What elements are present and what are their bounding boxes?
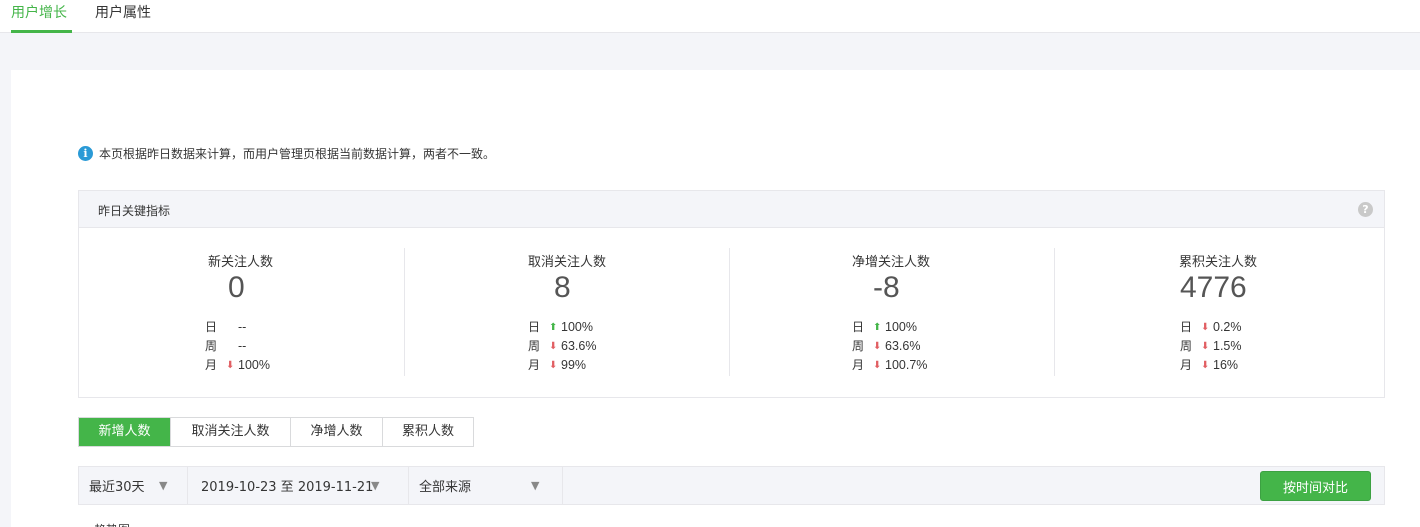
chevron-down-icon: ▼ [531,479,540,492]
date-range-value: 2019-10-23 至 2019-11-21 [201,480,374,495]
change-row-month: 月 ⬇ 16% [1180,356,1242,375]
notice-text: 本页根据昨日数据来计算，而用户管理页根据当前数据计算，两者不一致。 [99,146,496,161]
metric-changes: 日 ⬇ 0.2% 周 ⬇ 1.5% 月 ⬇ 16% [1180,318,1242,375]
range-value: 最近30天 [89,480,145,495]
top-gap [0,33,1420,70]
metric-tab-unfollow[interactable]: 取消关注人数 [171,418,291,446]
tab-user-attributes[interactable]: 用户属性 [95,4,151,22]
period-label: 月 [1180,358,1193,372]
change-value: 16% [1213,358,1239,372]
key-metrics-header: 昨日关键指标 ? [79,191,1384,228]
change-value: 0.2% [1213,320,1242,334]
tab-user-growth[interactable]: 用户增长 [11,4,67,22]
change-value: 1.5% [1213,339,1242,353]
chevron-down-icon: ▼ [371,479,380,492]
period-label: 周 [1180,339,1193,353]
data-notice: i 本页根据昨日数据来计算，而用户管理页根据当前数据计算，两者不一致。 [78,145,495,161]
metric-tab-new[interactable]: 新增人数 [79,418,171,446]
help-icon[interactable]: ? [1358,202,1373,217]
metric-tab-total[interactable]: 累积人数 [383,418,473,446]
metric-tab-group: 新增人数 取消关注人数 净增人数 累积人数 [78,417,474,447]
source-select[interactable]: 全部来源 ▼ [409,467,563,504]
date-range-picker[interactable]: 2019-10-23 至 2019-11-21 ▼ [188,467,409,504]
metric-value: 4776 [1180,271,1247,304]
range-select[interactable]: 最近30天 ▼ [79,467,188,504]
metric-total-follows: 累积关注人数 4776 日 ⬇ 0.2% 周 ⬇ 1.5% 月 ⬇ 16% [79,248,1384,376]
source-value: 全部来源 [419,480,472,495]
info-icon: i [78,145,93,161]
change-row-day: 日 ⬇ 0.2% [1180,318,1242,337]
metric-label: 累积关注人数 [1179,255,1258,270]
key-metrics-title: 昨日关键指标 [98,204,171,218]
arrow-down-icon: ⬇ [1201,360,1210,371]
compare-by-time-button[interactable]: 按时间对比 [1260,471,1371,501]
key-metrics-panel: 昨日关键指标 ? 新关注人数 0 日 -- 周 -- 月 ⬇ 100% 取消关注人数 8… [78,190,1385,398]
metric-tab-net[interactable]: 净增人数 [291,418,383,446]
section-title: 趋势图 [94,521,130,527]
change-row-week: 周 ⬇ 1.5% [1180,337,1242,356]
chevron-down-icon: ▼ [159,479,168,492]
top-tab-bar: 用户增长 用户属性 [0,0,1420,33]
period-label: 日 [1180,320,1193,334]
arrow-down-icon: ⬇ [1201,322,1210,333]
filter-bar: 最近30天 ▼ 2019-10-23 至 2019-11-21 ▼ 全部来源 ▼… [78,466,1385,505]
arrow-down-icon: ⬇ [1201,341,1210,352]
